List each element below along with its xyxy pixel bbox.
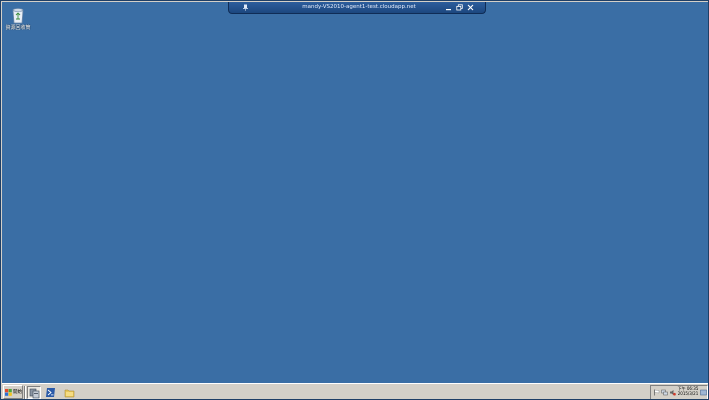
volume-icon[interactable] — [669, 389, 676, 396]
explorer-folder-icon — [64, 389, 75, 398]
connection-title: mandy-VS2010-agent1-test.cloudapp.net — [302, 4, 416, 10]
start-label: 開始 — [13, 390, 22, 395]
desktop-icon-recycle-bin[interactable]: 資源回收筒 — [5, 6, 31, 36]
show-desktop-icon[interactable] — [700, 389, 707, 396]
tray-clock[interactable]: 下午 06:35 2015/3/21 — [677, 386, 699, 396]
start-button[interactable]: 開始 — [3, 385, 23, 399]
flag-icon[interactable] — [653, 389, 660, 396]
system-tray: 下午 06:35 2015/3/21 — [650, 385, 708, 399]
windows-logo-icon — [5, 388, 12, 396]
desktop: 資源回收筒 — [2, 2, 708, 383]
close-icon[interactable] — [467, 4, 474, 11]
powershell-icon — [46, 388, 55, 397]
recycle-bin-icon — [12, 8, 24, 24]
minimize-icon[interactable] — [445, 4, 452, 11]
quick-launch-powershell[interactable] — [44, 386, 58, 399]
taskbar-separator — [24, 386, 26, 399]
restore-icon[interactable] — [456, 4, 463, 11]
clock-date: 2015/3/21 — [677, 391, 699, 396]
remote-desktop-window: 資源回收筒 mandy-VS2010-agent1-test.cloudapp.… — [0, 0, 709, 400]
rdp-connection-bar[interactable]: mandy-VS2010-agent1-test.cloudapp.net — [228, 2, 486, 14]
pin-icon[interactable] — [242, 4, 249, 11]
desktop-icon-label: 資源回收筒 — [5, 25, 31, 31]
quick-launch-server-manager[interactable] — [27, 386, 41, 399]
network-icon[interactable] — [661, 389, 668, 396]
server-manager-icon — [29, 388, 40, 399]
quick-launch-explorer[interactable] — [63, 386, 77, 399]
taskbar: 開始 下午 06:35 2015/3/21 — [2, 383, 708, 399]
